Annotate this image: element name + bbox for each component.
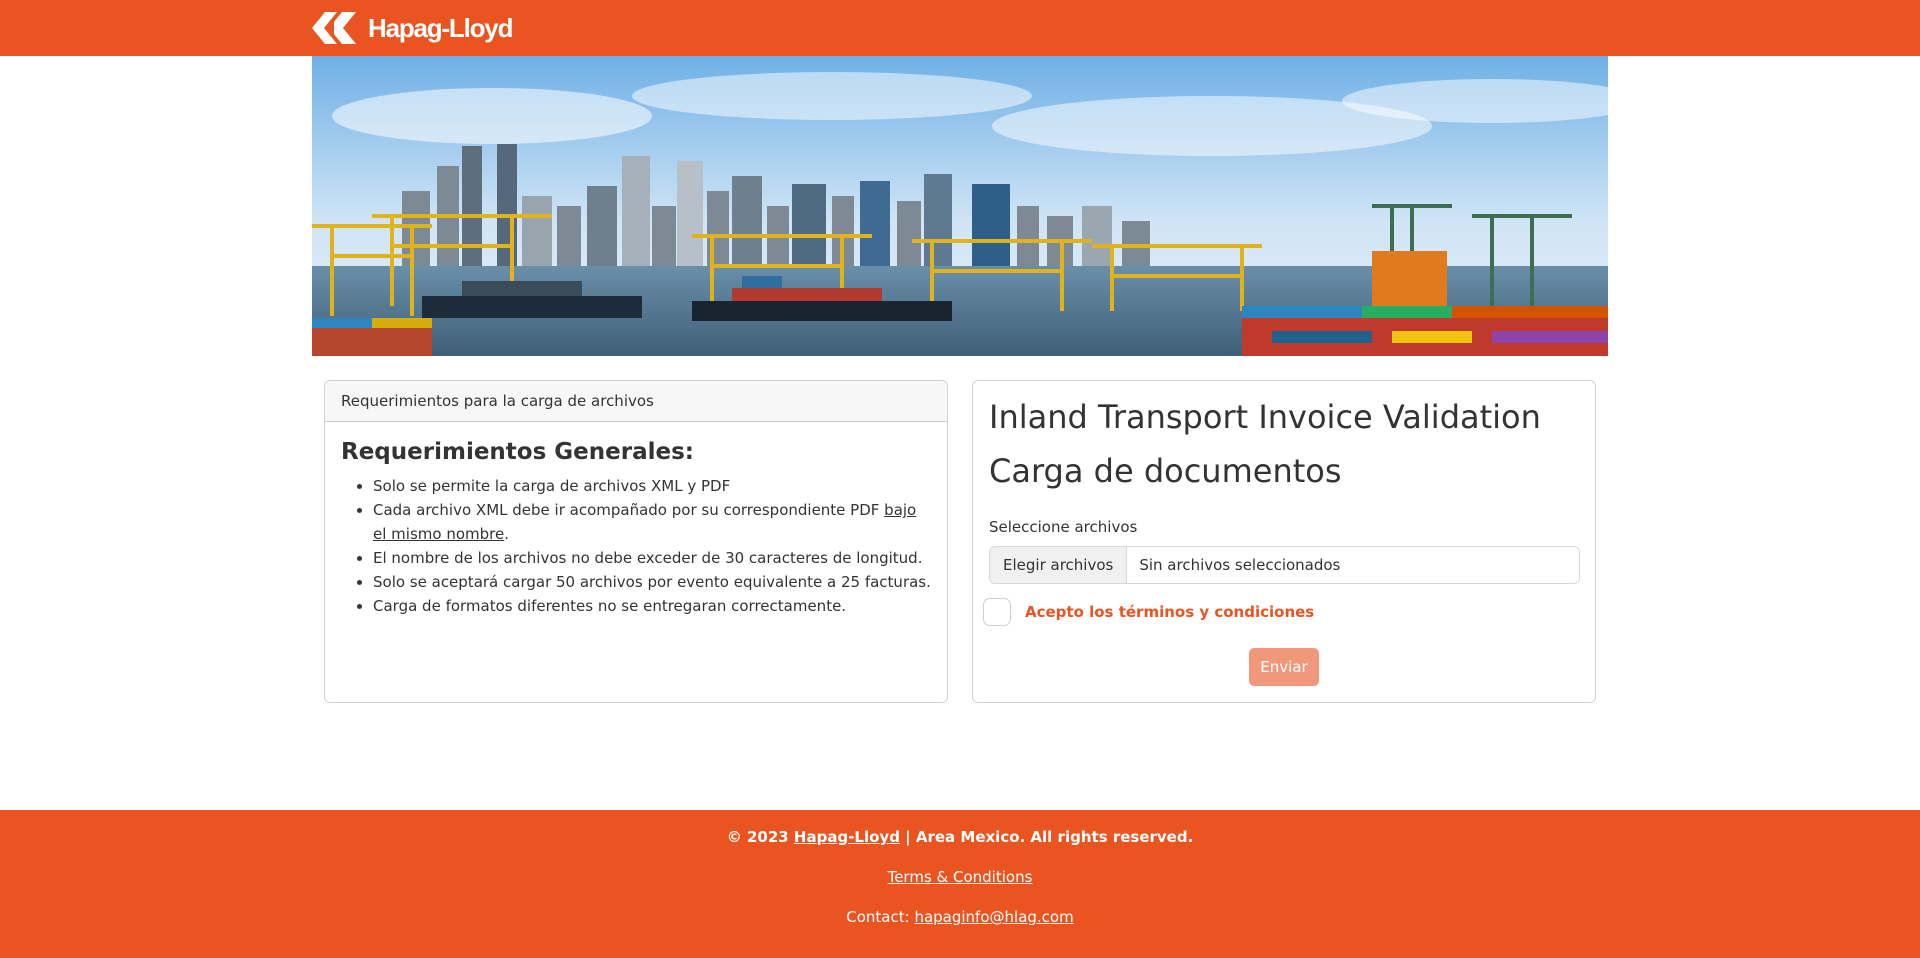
hero-banner-image <box>312 56 1608 356</box>
choose-files-button[interactable]: Elegir archivos <box>990 547 1128 583</box>
submit-button[interactable]: Enviar <box>1249 648 1319 686</box>
file-select-label: Seleccione archivos <box>989 518 1138 536</box>
footer-terms: Terms & Conditions <box>0 868 1920 886</box>
terms-label[interactable]: Acepto los términos y condiciones <box>1025 603 1314 621</box>
page-title: Inland Transport Invoice Validation <box>989 398 1541 436</box>
hapag-lloyd-logo-icon <box>312 12 356 44</box>
company-link[interactable]: Hapag-Lloyd <box>794 828 900 846</box>
file-status-text: Sin archivos seleccionados <box>1139 556 1341 574</box>
requirements-card-header: Requerimientos para la carga de archivos <box>325 381 947 422</box>
requirement-item: Solo se permite la carga de archivos XML… <box>373 474 931 498</box>
upload-card: Inland Transport Invoice Validation Carg… <box>972 380 1596 703</box>
footer-contact: Contact: hapaginfo@hlag.com <box>846 908 1074 926</box>
terms-checkbox[interactable] <box>983 598 1011 626</box>
terms-row: Acepto los términos y condiciones <box>983 598 1579 626</box>
brand-name: Hapag-Lloyd <box>368 12 513 43</box>
requirement-item: Cada archivo XML debe ir acompañado por … <box>373 498 931 546</box>
file-input[interactable]: Elegir archivos Sin archivos seleccionad… <box>989 546 1580 584</box>
contact-email-link[interactable]: hapaginfo@hlag.com <box>914 908 1073 926</box>
requirements-list: Solo se permite la carga de archivos XML… <box>341 474 931 618</box>
requirement-item: El nombre de los archivos no debe excede… <box>373 546 931 570</box>
requirements-card: Requerimientos para la carga de archivos… <box>324 380 948 703</box>
brand-logo-link[interactable]: Hapag-Lloyd <box>312 12 513 44</box>
requirements-heading: Requerimientos Generales: <box>341 439 694 465</box>
top-navbar: Hapag-Lloyd <box>0 0 1920 56</box>
footer-copyright: © 2023 Hapag-Lloyd | Area Mexico. All ri… <box>726 828 1194 846</box>
requirement-item: Solo se aceptará cargar 50 archivos por … <box>373 570 931 594</box>
terms-link[interactable]: Terms & Conditions <box>888 868 1033 886</box>
page-subtitle: Carga de documentos <box>989 452 1342 490</box>
footer: © 2023 Hapag-Lloyd | Area Mexico. All ri… <box>0 810 1920 958</box>
requirement-item: Carga de formatos diferentes no se entre… <box>373 594 931 618</box>
